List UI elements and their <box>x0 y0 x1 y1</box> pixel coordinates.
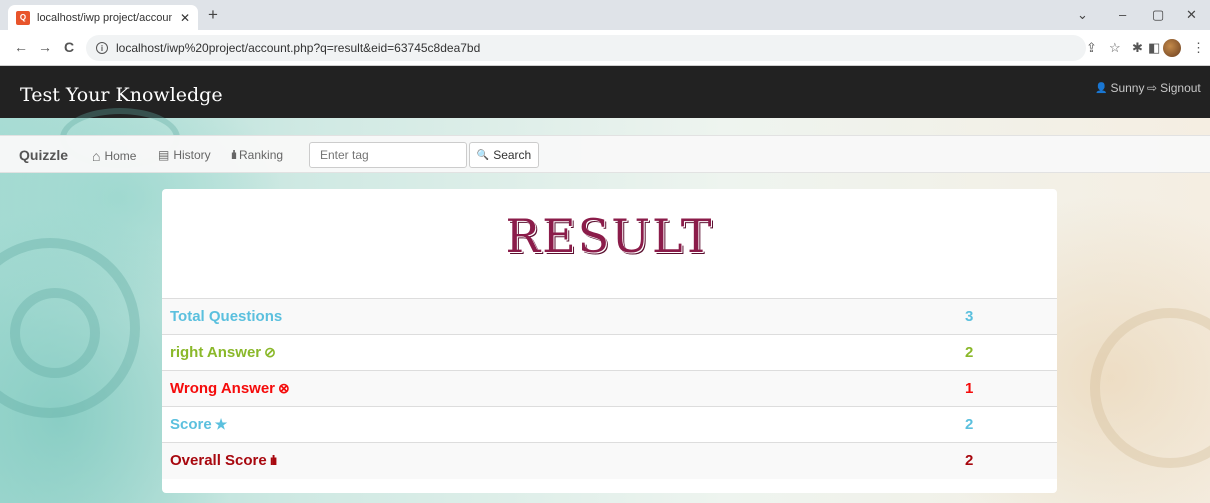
nav-ranking[interactable]: ılı Ranking <box>231 148 283 162</box>
table-row: Overall Score ılı 2 <box>162 442 1057 479</box>
ranking-icon: ılı <box>231 148 237 162</box>
signout-label: Signout <box>1160 81 1201 95</box>
reload-icon[interactable]: C <box>64 39 74 55</box>
browser-tab-strip: Q localhost/iwp project/account.ph ✕ + ⌄… <box>0 0 1210 30</box>
url-field[interactable]: i localhost/iwp%20project/account.php?q=… <box>86 35 1086 61</box>
bookmark-star-icon[interactable]: ☆ <box>1109 40 1121 56</box>
score-value: 2 <box>957 406 1057 443</box>
maximize-icon[interactable]: ▢ <box>1152 7 1164 23</box>
user-icon: 👤 <box>1095 82 1108 94</box>
nav-home[interactable]: ⌂ Home <box>92 148 136 164</box>
search-button-label: Search <box>493 148 532 162</box>
overall-score-label: Overall Score ılı <box>162 442 957 479</box>
new-tab-icon[interactable]: + <box>208 5 218 25</box>
back-arrow-icon[interactable]: ← <box>14 39 28 55</box>
score-label: Score ★ <box>162 406 957 443</box>
result-table: Total Questions 3 right Answer ⊘ 2 Wrong … <box>162 298 1057 479</box>
x-circle-icon: ⊗ <box>278 380 290 396</box>
result-heading: RESULT <box>505 209 714 263</box>
table-row: Wrong Answer ⊗ 1 <box>162 370 1057 407</box>
browser-tab[interactable]: Q localhost/iwp project/account.ph ✕ <box>8 5 198 30</box>
window-close-icon[interactable]: ✕ <box>1186 7 1197 23</box>
total-questions-label: Total Questions <box>162 298 957 335</box>
user-name: Sunny <box>1110 81 1145 95</box>
minimize-icon[interactable]: – <box>1119 7 1126 22</box>
browser-address-bar: ← → C i localhost/iwp%20project/account.… <box>0 30 1210 66</box>
search-button[interactable]: 🔍 Search <box>469 142 539 168</box>
table-row: Total Questions 3 <box>162 298 1057 335</box>
table-row: Score ★ 2 <box>162 406 1057 443</box>
site-favicon-icon: Q <box>16 10 30 25</box>
home-icon: ⌂ <box>92 148 101 164</box>
table-row: right Answer ⊘ 2 <box>162 334 1057 371</box>
total-questions-value: 3 <box>957 298 1057 335</box>
brand-logo[interactable]: Quizzle <box>19 147 68 163</box>
site-header: Test Your Knowledge 👤 Sunny ⇨ Signout <box>0 66 1210 118</box>
tag-search-input[interactable] <box>309 142 467 168</box>
signout-icon: ⇨ <box>1147 81 1158 95</box>
nav-home-label: Home <box>104 149 137 163</box>
signout-link[interactable]: ⇨ Signout <box>1147 81 1201 95</box>
site-title[interactable]: Test Your Knowledge <box>20 84 223 106</box>
browser-menu-icon[interactable]: ⋮ <box>1192 40 1205 56</box>
history-icon: ▤ <box>158 148 170 162</box>
right-answer-value: 2 <box>957 334 1057 371</box>
tab-search-icon[interactable]: ⌄ <box>1077 7 1088 23</box>
forward-arrow-icon[interactable]: → <box>38 39 52 55</box>
background-swirl <box>10 288 100 378</box>
nav-history-label: History <box>173 148 211 162</box>
extensions-icon[interactable]: ✱ <box>1132 40 1143 56</box>
profile-avatar[interactable] <box>1163 39 1181 57</box>
result-panel: RESULT Total Questions 3 right Answer ⊘ 2… <box>162 189 1057 493</box>
tab-close-icon[interactable]: ✕ <box>180 11 190 25</box>
check-circle-icon: ⊘ <box>264 344 276 360</box>
right-answer-label: right Answer ⊘ <box>162 334 957 371</box>
user-link[interactable]: 👤 Sunny <box>1095 81 1144 95</box>
side-panel-icon[interactable]: ◧ <box>1148 40 1160 56</box>
bar-chart-icon: ılı <box>269 452 278 469</box>
site-info-icon[interactable]: i <box>96 42 108 54</box>
overall-score-value: 2 <box>957 442 1057 479</box>
url-text[interactable]: localhost/iwp%20project/account.php?q=re… <box>116 41 480 55</box>
nav-ranking-label: Ranking <box>239 148 284 162</box>
share-icon[interactable]: ⇪ <box>1086 40 1097 56</box>
quiz-navbar: Quizzle ⌂ Home ▤ History ılı Ranking 🔍 S… <box>0 135 1210 173</box>
background-swirl <box>1090 308 1210 468</box>
star-icon: ★ <box>214 416 228 432</box>
wrong-answer-label: Wrong Answer ⊗ <box>162 370 957 407</box>
search-icon: 🔍 <box>476 149 490 161</box>
nav-history[interactable]: ▤ History <box>158 148 211 162</box>
tab-title: localhost/iwp project/account.ph <box>37 11 172 24</box>
wrong-answer-value: 1 <box>957 370 1057 407</box>
